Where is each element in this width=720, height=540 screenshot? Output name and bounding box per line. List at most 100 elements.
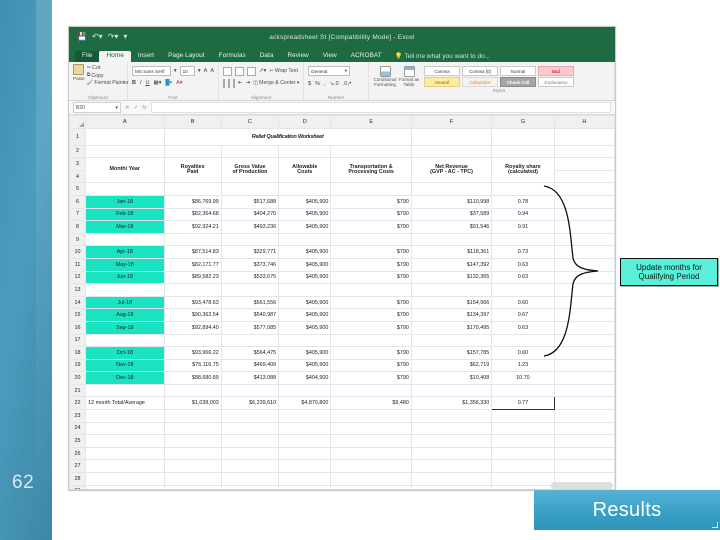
cell-month[interactable]: Jan-18 (85, 194, 165, 209)
save-icon[interactable]: 💾 (77, 33, 87, 41)
row-header[interactable]: 16 (69, 320, 87, 335)
cell-month[interactable]: Apr-18 (85, 245, 165, 259)
row-header[interactable]: 17 (69, 333, 87, 348)
increase-decimal-icon[interactable]: ↘.0 (329, 81, 338, 87)
cell-allowable-costs[interactable]: $405,900 (278, 245, 332, 259)
cell-d[interactable] (278, 421, 332, 436)
row-header[interactable]: 5 (69, 182, 87, 196)
row-header[interactable]: 6 (69, 194, 87, 209)
cell-tpc[interactable]: $790 (330, 320, 412, 335)
cell-g[interactable] (491, 472, 555, 486)
cell-d[interactable] (278, 484, 332, 489)
cell-royalties[interactable]: $92,894.40 (163, 320, 222, 335)
percent-format-button[interactable]: % (315, 81, 320, 87)
spacer-row[interactable]: 28 (69, 472, 615, 486)
cell-month[interactable]: Oct-18 (85, 346, 165, 360)
table-row[interactable]: 11 May-18 $82,171.77 $373,746 $405,900 $… (69, 257, 615, 272)
borders-icon[interactable]: ▦▾ (154, 80, 162, 86)
cell-allowable-costs[interactable]: $404,900 (278, 371, 332, 385)
style-neutral[interactable]: Neutral (424, 77, 460, 87)
table-row[interactable]: 20 Dec-18 $88,680.89 $413,088 $404,900 $… (69, 371, 615, 385)
align-center-icon[interactable] (228, 78, 230, 88)
cell-a[interactable] (85, 421, 165, 436)
cell-a[interactable] (85, 434, 165, 448)
font-name-chevron-down-icon[interactable]: ▾ (174, 68, 177, 74)
redo-icon[interactable]: ↷▾ (108, 33, 119, 41)
style-comma[interactable]: Comma (424, 66, 460, 76)
cell-e2[interactable] (330, 144, 412, 159)
cell-f[interactable] (410, 421, 493, 436)
cell-royalties[interactable]: $90,362.54 (163, 308, 222, 322)
cut-button[interactable]: ✂ Cut (87, 65, 129, 71)
spacer-row[interactable]: 29 (69, 484, 615, 489)
cell-month[interactable]: Dec-18 (85, 371, 165, 385)
cell-g[interactable] (491, 484, 555, 489)
cell-c[interactable] (220, 484, 280, 489)
cell-f[interactable] (410, 409, 493, 423)
cell-h2[interactable] (553, 144, 615, 159)
cell-e[interactable] (330, 472, 412, 486)
cell-a5[interactable] (85, 182, 165, 196)
row-header[interactable]: 12 (69, 270, 87, 285)
ribbon-tab-acrobat[interactable]: ACROBAT (344, 51, 389, 63)
merge-chevron-down-icon[interactable]: ▾ (297, 80, 300, 86)
conditional-formatting-button[interactable]: Conditional Formatting (373, 66, 397, 87)
row-header[interactable]: 21 (69, 383, 87, 398)
cell-net-revenue[interactable]: $118,361 (410, 245, 493, 259)
cell-d[interactable] (278, 333, 332, 348)
cell-d[interactable] (278, 472, 332, 486)
table-row[interactable]: 14 Jul-18 $93,478.63 $561,556 $405,900 $… (69, 295, 615, 310)
cell-g1[interactable] (491, 127, 555, 146)
cell-b[interactable] (163, 446, 222, 461)
cell-f[interactable] (410, 232, 493, 247)
fill-color-icon[interactable]: █▾ (165, 80, 172, 86)
cell-royalties[interactable]: $88,680.89 (163, 371, 222, 385)
cell-allowable-costs[interactable]: $405,900 (278, 308, 332, 322)
table-header-row[interactable]: 3 Month/ Year Royalties Paid Gross Value… (69, 157, 615, 184)
cell-net-revenue[interactable]: $37,589 (410, 207, 493, 222)
cell-h[interactable] (553, 396, 615, 411)
cell-allowable-costs[interactable]: $405,900 (278, 220, 332, 234)
cell-f[interactable] (410, 459, 493, 474)
cell-b[interactable] (163, 472, 222, 486)
cell-f[interactable] (410, 283, 493, 297)
cell-b[interactable] (163, 484, 222, 489)
shrink-font-icon[interactable]: A (210, 68, 214, 74)
cell-gvp[interactable]: $577,085 (220, 320, 280, 335)
cell-g[interactable] (491, 434, 555, 448)
cell-d[interactable] (278, 409, 332, 423)
style-bad[interactable]: Bad (538, 66, 574, 76)
spacer-row[interactable]: 24 (69, 421, 615, 436)
cell-f[interactable] (410, 446, 493, 461)
merge-center-button[interactable]: ◫ Merge & Center ▾ (253, 80, 299, 86)
cell-total-royalties[interactable]: $1,038,003 (163, 396, 222, 411)
row-header[interactable]: 26 (69, 446, 87, 461)
row-header[interactable]: 27 (69, 459, 87, 474)
cell-e[interactable] (330, 459, 412, 474)
cell-royalties[interactable]: $93,966.22 (163, 346, 222, 360)
cell-gvp[interactable]: $517,688 (220, 194, 280, 209)
cell-c[interactable] (220, 232, 280, 247)
row-header[interactable]: 7 (69, 207, 87, 222)
cell-b[interactable] (163, 421, 222, 436)
cell-gvp[interactable]: $413,088 (220, 371, 280, 385)
column-header-c[interactable]: C (220, 115, 280, 129)
row-header[interactable]: 8 (69, 220, 87, 234)
cell-b[interactable] (163, 333, 222, 348)
underline-button[interactable]: U (146, 80, 150, 86)
font-color-icon[interactable]: A▾ (176, 80, 182, 86)
cell-c[interactable] (220, 283, 280, 297)
cell-h3[interactable] (553, 157, 615, 171)
decrease-decimal-icon[interactable]: .0↗ (343, 81, 352, 87)
row-header[interactable]: 2 (69, 144, 87, 159)
select-all-corner[interactable] (69, 115, 87, 129)
cell-tpc[interactable]: $790 (330, 346, 412, 360)
cell-total-allowable-costs[interactable]: $4,870,800 (278, 396, 332, 411)
table-row[interactable]: 5 (69, 182, 615, 196)
cell-h[interactable] (553, 358, 615, 373)
cell-tpc[interactable]: $790 (330, 308, 412, 322)
cell-e[interactable] (330, 409, 412, 423)
cell-c[interactable] (220, 446, 280, 461)
cell-month[interactable]: May-18 (85, 257, 165, 272)
tell-me-box[interactable]: 💡 Tell me what you want to do... (389, 50, 496, 62)
